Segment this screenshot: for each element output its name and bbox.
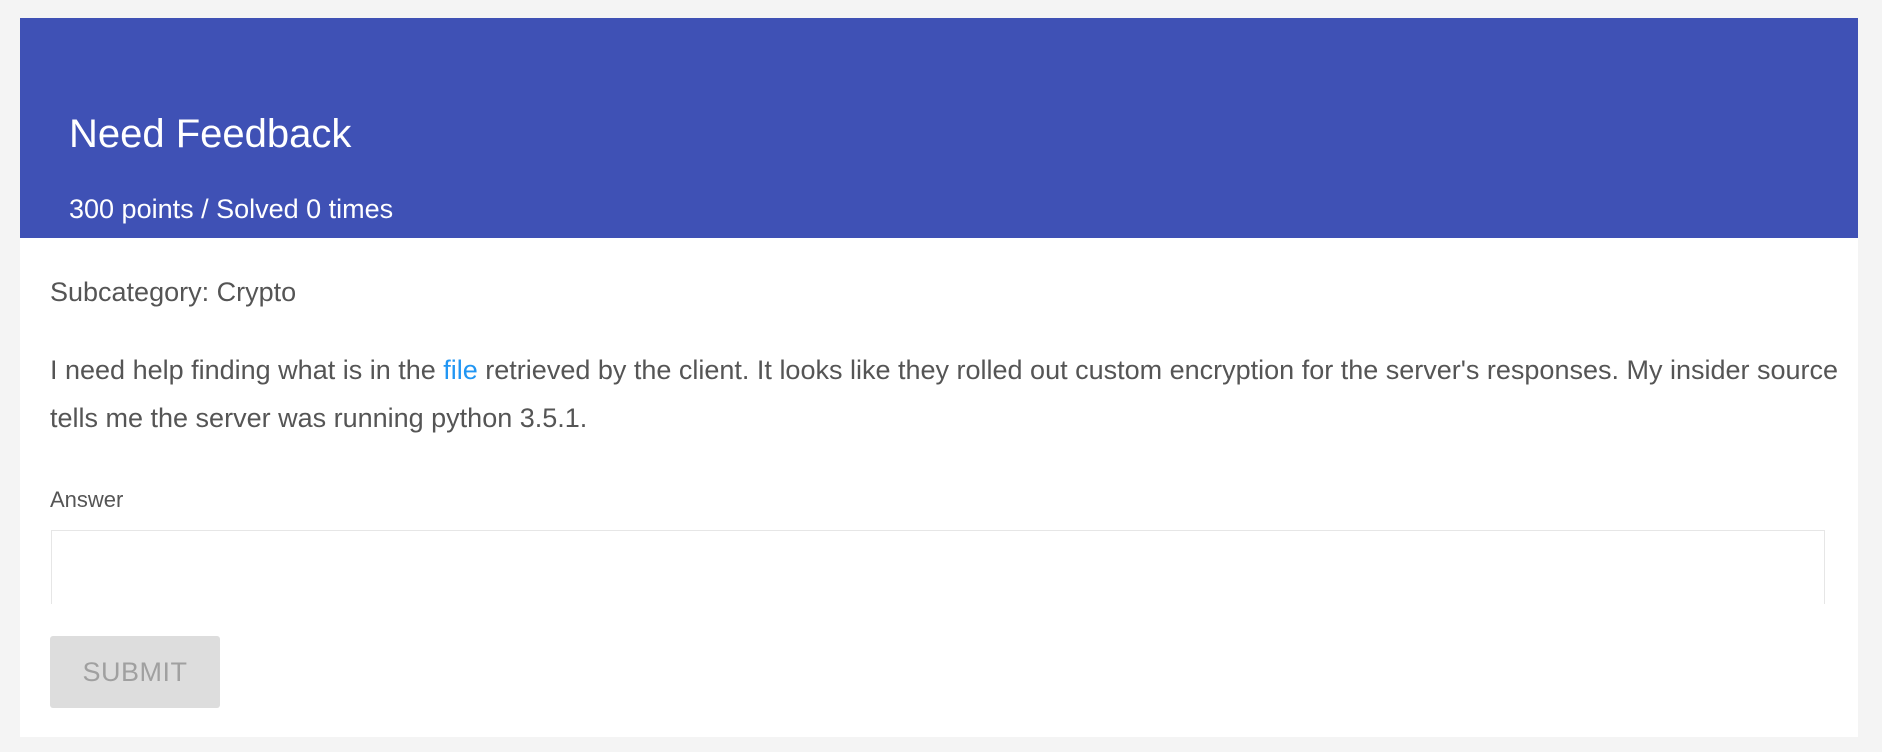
answer-input[interactable] — [51, 530, 1825, 604]
challenge-card: Need Feedback 300 points / Solved 0 time… — [20, 18, 1858, 737]
challenge-points-solved: 300 points / Solved 0 times — [69, 194, 394, 224]
challenge-header: Need Feedback 300 points / Solved 0 time… — [20, 18, 1858, 238]
challenge-title: Need Feedback — [69, 112, 352, 156]
challenge-subcategory: Subcategory: Crypto — [50, 277, 297, 307]
answer-label: Answer — [50, 487, 124, 512]
submit-button[interactable]: SUBMIT — [50, 636, 220, 708]
file-link[interactable]: file — [443, 355, 478, 385]
description-text-before: I need help finding what is in the — [50, 355, 444, 385]
challenge-description: I need help finding what is in the file … — [50, 346, 1840, 442]
